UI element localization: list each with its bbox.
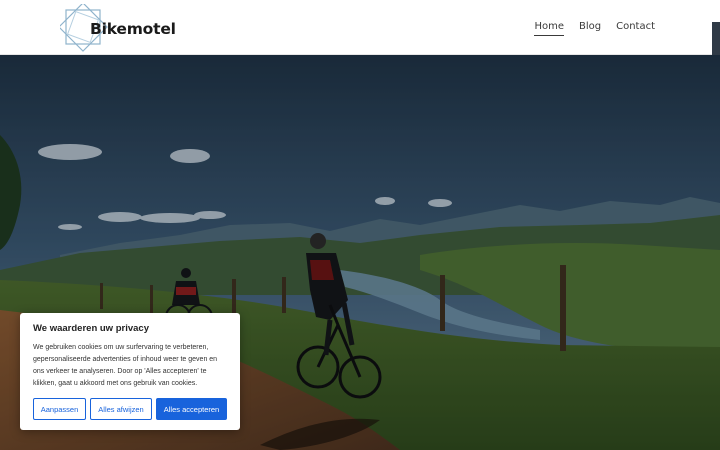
nav-blog[interactable]: Blog	[579, 21, 601, 36]
accept-all-button[interactable]: Alles accepteren	[156, 398, 227, 420]
site-header: Bikemotel Home Blog Contact	[0, 0, 720, 55]
cookie-consent-banner: We waarderen uw privacy We gebruiken coo…	[20, 313, 240, 430]
site-logo[interactable]: Bikemotel	[60, 4, 176, 52]
edge-strip	[712, 22, 720, 55]
cookie-description: We gebruiken cookies om uw surfervaring …	[33, 344, 218, 387]
nav-contact[interactable]: Contact	[616, 21, 655, 36]
customize-button[interactable]: Aanpassen	[33, 398, 86, 420]
main-nav: Home Blog Contact	[534, 21, 655, 36]
cookie-buttons: Aanpassen Alles afwijzen Alles acceptere…	[33, 398, 227, 420]
nav-home[interactable]: Home	[534, 21, 564, 36]
reject-all-button[interactable]: Alles afwijzen	[90, 398, 152, 420]
logo-text: Bikemotel	[90, 20, 176, 38]
cookie-title: We waarderen uw privacy	[33, 323, 149, 334]
